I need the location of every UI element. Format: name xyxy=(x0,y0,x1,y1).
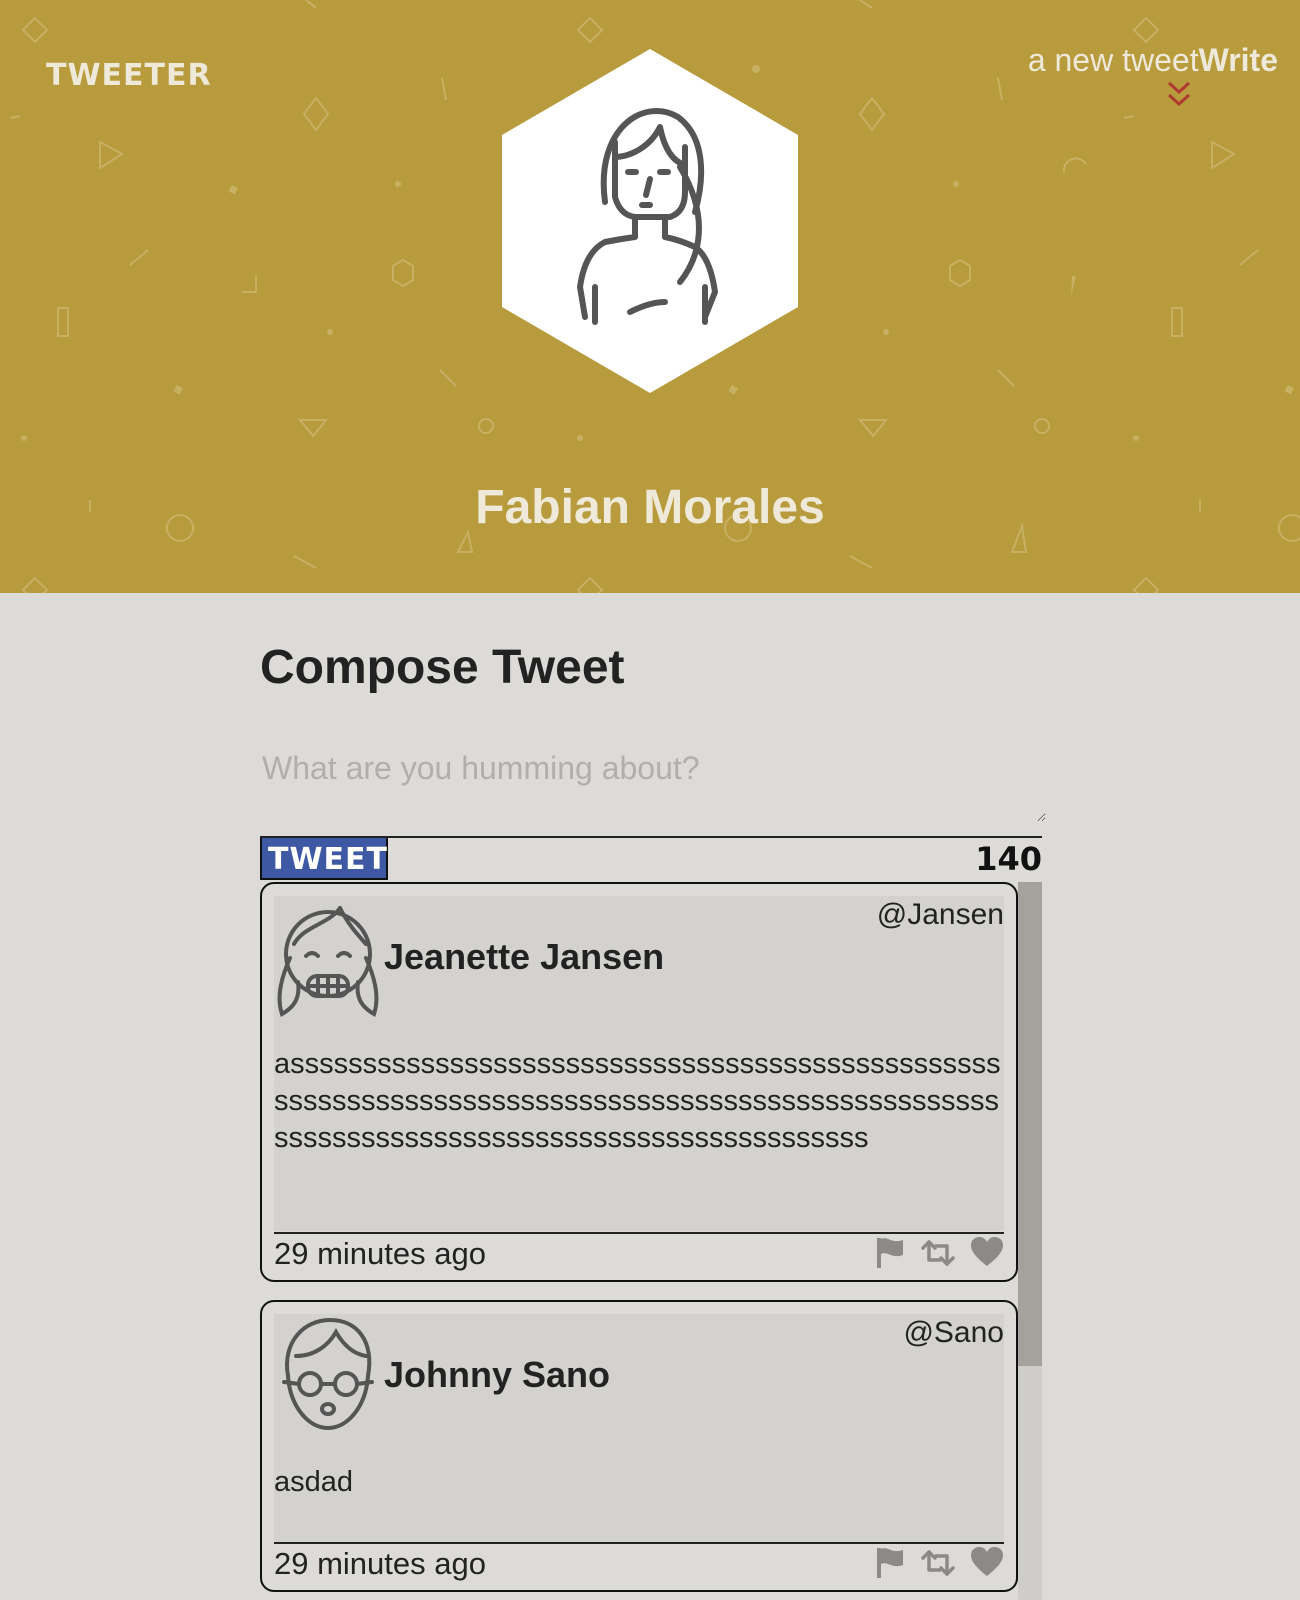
compose-title: Compose Tweet xyxy=(260,641,625,694)
tweet-footer: 29 minutes ago xyxy=(274,1542,1004,1594)
character-counter: 140 xyxy=(975,840,1042,878)
tweet-card: @Jansen Jeanette Jansen asssssssssssssss… xyxy=(260,882,1018,1282)
tweet-author-handle[interactable]: @Jansen xyxy=(877,898,1004,932)
tweet-feed[interactable]: @Jansen Jeanette Jansen asssssssssssssss… xyxy=(260,882,1042,1600)
boy-glasses-avatar-icon xyxy=(282,1317,374,1431)
write-new-tweet-toggle[interactable]: a new tweetWrite xyxy=(1028,42,1278,79)
compose-bar: TWEET 140 xyxy=(260,836,1042,882)
write-toggle-label: Write xyxy=(1198,42,1278,78)
tweet-author-name: Jeanette Jansen xyxy=(384,936,665,977)
tweet-text: asssssssssssssssssssssssssssssssssssssss… xyxy=(274,1048,1001,1154)
profile-avatar xyxy=(502,49,798,393)
tweet-timestamp: 29 minutes ago xyxy=(274,1546,486,1581)
tweet-author-name: Johnny Sano xyxy=(384,1354,611,1395)
profile-header: TWEETER a new tweetWrite Fabian Morales xyxy=(0,0,1300,593)
flag-icon[interactable] xyxy=(874,1236,906,1275)
retweet-icon[interactable] xyxy=(920,1236,956,1275)
heart-icon[interactable] xyxy=(970,1236,1004,1275)
girl-laughing-avatar-icon xyxy=(277,906,379,1017)
tweet-text-input[interactable] xyxy=(260,750,1046,822)
chevron-double-down-icon[interactable] xyxy=(1166,80,1192,110)
tweet-card: @Sano Johnny Sano asdad 29 minutes ago xyxy=(260,1300,1018,1592)
flag-icon[interactable] xyxy=(874,1546,906,1585)
tweet-submit-button[interactable]: TWEET xyxy=(260,838,388,880)
tweet-author-handle[interactable]: @Sano xyxy=(903,1316,1004,1350)
retweet-icon[interactable] xyxy=(920,1546,956,1585)
profile-user-name: Fabian Morales xyxy=(475,481,825,534)
heart-icon[interactable] xyxy=(970,1546,1004,1585)
tweet-content: @Jansen Jeanette Jansen asssssssssssssss… xyxy=(274,896,1004,1231)
app-logo[interactable]: TWEETER xyxy=(46,58,212,93)
tweet-actions xyxy=(874,1236,1004,1275)
tweet-actions xyxy=(874,1546,1004,1585)
write-toggle-prefix: a new tweet xyxy=(1027,42,1199,78)
tweet-text: asdad xyxy=(274,1466,354,1498)
tweet-timestamp: 29 minutes ago xyxy=(274,1236,486,1271)
feed-scrollbar-thumb[interactable] xyxy=(1018,882,1042,1366)
tweet-footer: 29 minutes ago xyxy=(274,1232,1004,1284)
tweet-content: @Sano Johnny Sano asdad xyxy=(274,1314,1004,1542)
compose-section: Compose Tweet TWEET 140 xyxy=(260,640,1046,880)
